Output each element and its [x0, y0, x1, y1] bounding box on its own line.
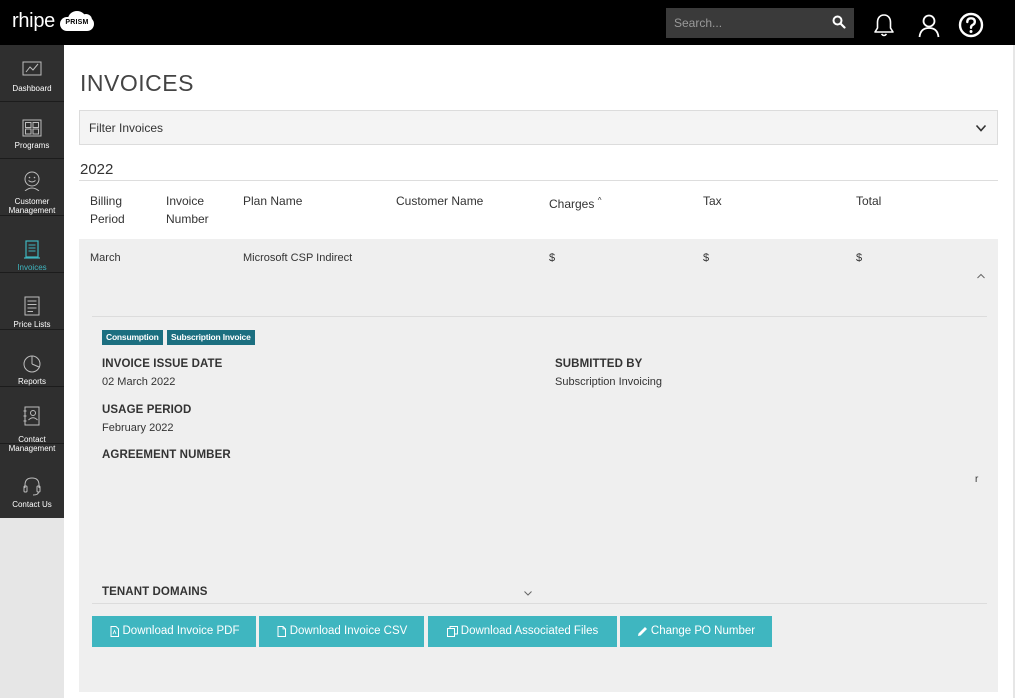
download-invoice-pdf-button[interactable]: Download Invoice PDF [92, 616, 256, 647]
header-text: Charges [549, 197, 595, 211]
submitted-by-value: Subscription Invoicing [555, 376, 663, 388]
headset-icon [23, 477, 41, 496]
download-invoice-csv-button[interactable]: Download Invoice CSV [259, 616, 424, 647]
header-tax[interactable]: Tax [703, 192, 722, 210]
button-label: Download Invoice PDF [122, 625, 240, 637]
divider [79, 180, 998, 181]
header-charges[interactable]: Charges ^ [549, 192, 601, 213]
change-po-number-button[interactable]: Change PO Number [620, 616, 772, 647]
rhipe-logo[interactable]: rhipe PRISM [12, 9, 96, 33]
sidebar-item-contact-us[interactable]: Contact Us [0, 454, 64, 511]
chart-icon [22, 61, 42, 76]
chevron-down-icon[interactable] [523, 588, 533, 598]
cell-billing-period: March [90, 252, 121, 264]
sidebar-item-contact-management[interactable]: Contact Management [0, 387, 64, 453]
bell-icon[interactable] [871, 12, 897, 38]
header-total[interactable]: Total [856, 192, 881, 210]
filter-label: Filter Invoices [89, 121, 164, 135]
submitted-by-label: SUBMITTED BY [555, 358, 643, 370]
agreement-number-label: AGREEMENT NUMBER [102, 449, 231, 461]
sidebar-item-programs[interactable]: Programs [0, 102, 64, 159]
grid-icon [22, 119, 42, 137]
cell-tax: $ [703, 252, 710, 264]
logo-badge-text: PRISM [65, 19, 89, 26]
top-bar: rhipe PRISM [0, 0, 1015, 45]
sidebar-item-label: Contact Us [12, 500, 52, 509]
usage-period-value: February 2022 [102, 422, 174, 434]
sidebar-item-label: Price Lists [13, 320, 51, 329]
header-plan-name[interactable]: Plan Name [243, 192, 302, 210]
header-text: Number [166, 212, 209, 226]
help-icon[interactable] [958, 12, 984, 38]
search-box [666, 8, 854, 38]
button-label: Download Invoice CSV [289, 625, 408, 637]
list-icon [24, 296, 40, 316]
invoice-issue-date-value: 02 March 2022 [102, 376, 176, 388]
filter-invoices-dropdown[interactable]: Filter Invoices [79, 110, 998, 145]
sidebar-item-label: Programs [14, 141, 50, 150]
sidebar: Dashboard Programs Customer Management I… [0, 45, 64, 518]
divider [92, 603, 987, 604]
cell-charges: $ [549, 252, 556, 264]
tenant-domains-label: TENANT DOMAINS [102, 586, 208, 598]
user-icon[interactable] [916, 12, 942, 38]
file-icon [277, 626, 286, 637]
contact-book-icon [23, 406, 40, 426]
header-text: Billing [90, 194, 123, 208]
pdf-file-icon [110, 626, 119, 637]
sidebar-item-label-line1: Contact [18, 435, 46, 444]
invoice-issue-date-label: INVOICE ISSUE DATE [102, 358, 223, 370]
copy-files-icon [446, 626, 458, 637]
cell-total: $ [856, 252, 863, 264]
chevron-down-icon [975, 124, 987, 132]
header-billing-period[interactable]: Billing Period [90, 192, 125, 228]
pencil-icon [637, 627, 647, 636]
chevron-up-icon[interactable] [976, 271, 986, 281]
stray-text: r [975, 474, 979, 485]
sort-ascending-icon: ^ [597, 196, 602, 205]
button-label: Download Associated Files [460, 625, 599, 637]
cell-plan-name: Microsoft CSP Indirect [243, 252, 353, 264]
sidebar-item-customer-management[interactable]: Customer Management [0, 159, 64, 216]
invoice-icon [24, 240, 40, 259]
sidebar-item-dashboard[interactable]: Dashboard [0, 45, 64, 102]
sidebar-item-label-line2: Management [8, 444, 56, 453]
search-icon[interactable] [832, 15, 846, 29]
badge-consumption: Consumption [102, 330, 163, 345]
badge-subscription-invoice: Subscription Invoice [167, 330, 255, 345]
sidebar-item-label: Dashboard [12, 84, 52, 93]
header-customer-name[interactable]: Customer Name [396, 192, 483, 210]
header-text: Period [90, 212, 125, 226]
header-text: Invoice [166, 194, 205, 208]
page-title: INVOICES [80, 70, 194, 96]
sidebar-background [0, 518, 64, 698]
sidebar-item-label: Reports [17, 377, 46, 386]
download-associated-files-button[interactable]: Download Associated Files [428, 616, 617, 647]
sidebar-item-invoices[interactable]: Invoices [0, 216, 64, 273]
logo-text: rhipe [12, 9, 55, 32]
usage-period-label: USAGE PERIOD [102, 404, 192, 416]
pie-icon [23, 355, 41, 373]
sidebar-item-reports[interactable]: Reports [0, 330, 64, 387]
sidebar-item-label-line1: Customer [14, 197, 50, 206]
smiley-icon [24, 171, 40, 191]
search-input[interactable] [666, 8, 826, 38]
button-label: Change PO Number [650, 625, 756, 637]
sidebar-item-price-lists[interactable]: Price Lists [0, 273, 64, 330]
sidebar-item-label-line2: Management [8, 206, 56, 215]
year-heading: 2022 [80, 161, 114, 178]
divider [92, 316, 987, 317]
header-invoice-number[interactable]: Invoice Number [166, 192, 209, 228]
cloud-logo-icon: PRISM [58, 9, 96, 33]
sidebar-item-label: Invoices [17, 263, 47, 272]
